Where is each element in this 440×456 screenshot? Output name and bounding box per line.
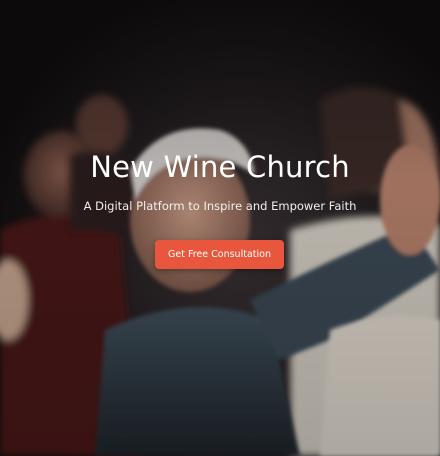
hero-subtitle: A Digital Platform to Inspire and Empowe…: [83, 199, 357, 213]
get-free-consultation-button[interactable]: Get Free Consultation: [155, 240, 284, 269]
hero-title: New Wine Church: [90, 150, 350, 184]
hero-content: New Wine Church A Digital Platform to In…: [0, 0, 440, 456]
hero-section: New Wine Church A Digital Platform to In…: [0, 0, 440, 456]
